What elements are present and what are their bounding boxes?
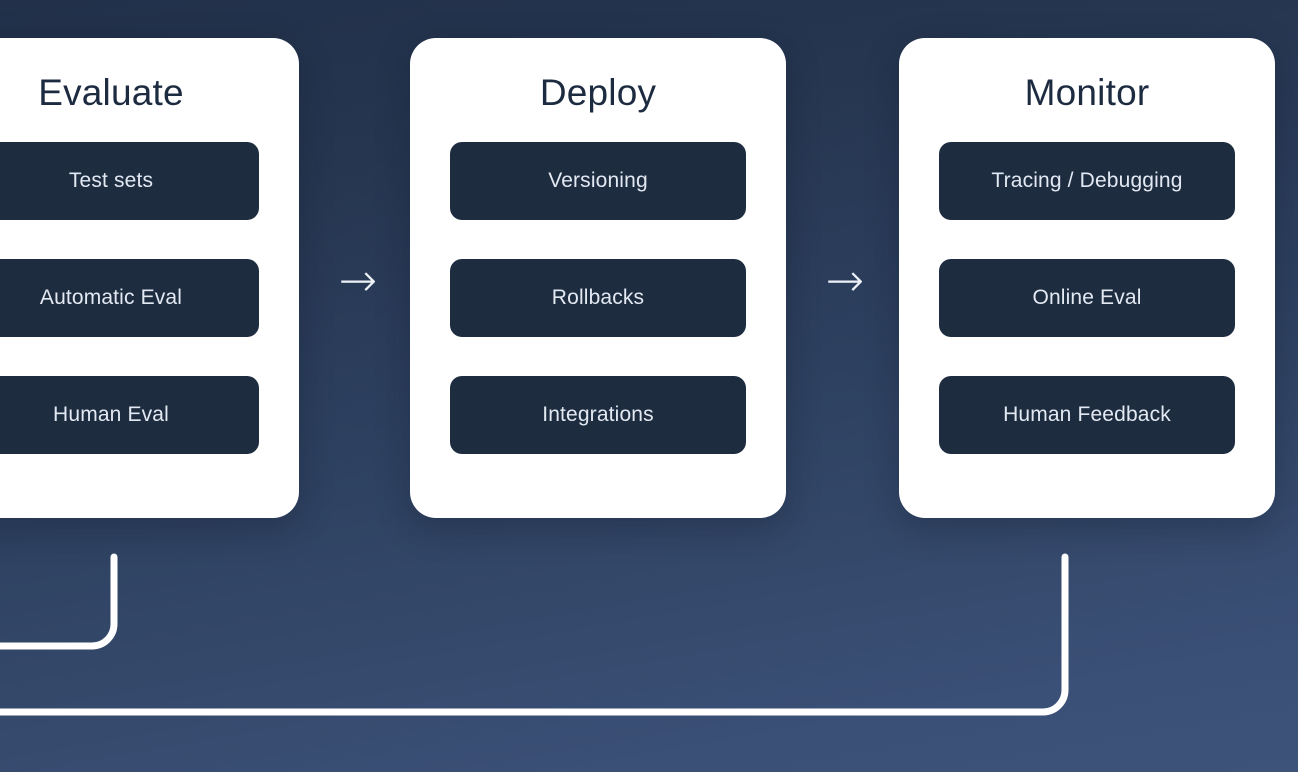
stage-item-human-eval[interactable]: Human Eval [0,376,259,454]
stage-item-list-monitor: Tracing / Debugging Online Eval Human Fe… [939,142,1235,454]
stage-card-deploy[interactable]: Deploy Versioning Rollbacks Integrations [410,38,786,518]
stage-title-monitor: Monitor [1024,72,1150,113]
pipeline-stage-cards: Evaluate Test sets Automatic Eval Human … [0,38,1298,518]
stage-item-human-feedback[interactable]: Human Feedback [939,376,1235,454]
stage-item-versioning[interactable]: Versioning [450,142,746,220]
stage-title-evaluate: Evaluate [38,72,184,113]
stage-card-evaluate[interactable]: Evaluate Test sets Automatic Eval Human … [0,38,299,518]
stage-card-monitor[interactable]: Monitor Tracing / Debugging Online Eval … [899,38,1275,518]
arrow-right-icon-deploy-to-monitor: → [825,253,865,307]
stage-item-automatic-eval[interactable]: Automatic Eval [0,259,259,337]
diagram-canvas: Evaluate Test sets Automatic Eval Human … [0,0,1298,772]
arrow-right-icon-evaluate-to-deploy: → [338,253,378,307]
stage-item-test-sets[interactable]: Test sets [0,142,259,220]
stage-item-list-evaluate: Test sets Automatic Eval Human Eval [0,142,259,454]
left-loop-line [0,553,118,650]
stage-item-rollbacks[interactable]: Rollbacks [450,259,746,337]
stage-title-deploy: Deploy [539,72,657,113]
right-loop-line [0,553,1069,716]
stage-item-list-deploy: Versioning Rollbacks Integrations [450,142,746,454]
stage-item-integrations[interactable]: Integrations [450,376,746,454]
stage-item-tracing-debugging[interactable]: Tracing / Debugging [939,142,1235,220]
stage-item-online-eval[interactable]: Online Eval [939,259,1235,337]
